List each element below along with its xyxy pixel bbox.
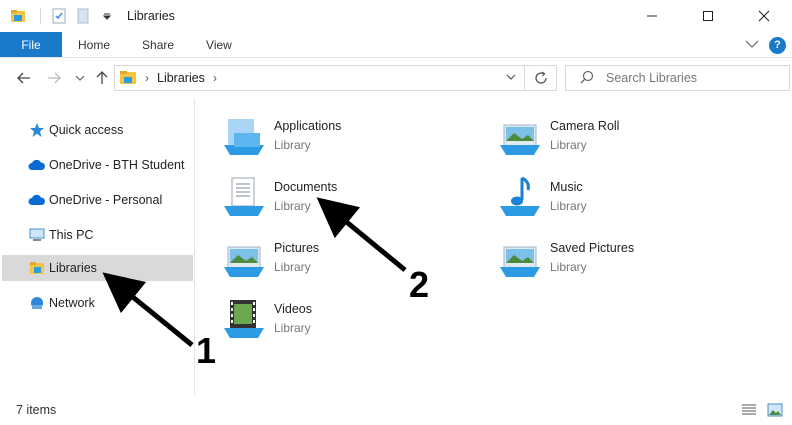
- sidebar-item-label: OneDrive - BTH Student: [49, 158, 185, 172]
- tab-file[interactable]: File: [0, 32, 62, 57]
- navigation-pane: Quick access OneDrive - BTH Student OneD…: [0, 98, 195, 395]
- network-icon: [28, 294, 46, 312]
- library-type: Library: [550, 137, 587, 152]
- library-item-music[interactable]: Music Library: [494, 171, 754, 221]
- videos-library-icon: [218, 295, 270, 341]
- library-item-saved-pictures[interactable]: Saved Pictures Library: [494, 232, 754, 282]
- window-title: Libraries: [127, 9, 175, 23]
- maximize-button[interactable]: [680, 0, 736, 32]
- library-item-pictures[interactable]: Pictures Library: [218, 232, 478, 282]
- quick-access-toolbar: [0, 0, 121, 32]
- library-item-documents[interactable]: Documents Library: [218, 171, 478, 221]
- breadcrumb-separator-icon[interactable]: ›: [145, 71, 149, 85]
- camera-roll-library-icon: [494, 112, 546, 158]
- back-button[interactable]: [10, 64, 38, 92]
- sidebar-item-network[interactable]: Network: [2, 290, 193, 316]
- library-name: Applications: [274, 118, 342, 133]
- applications-library-icon: [218, 112, 270, 158]
- sidebar-item-quick-access[interactable]: Quick access: [2, 117, 193, 143]
- library-type: Library: [550, 198, 587, 213]
- close-button[interactable]: [736, 0, 792, 32]
- sidebar-item-label: This PC: [49, 228, 94, 242]
- sidebar-item-onedrive-personal[interactable]: OneDrive - Personal: [2, 187, 193, 213]
- cloud-icon: [28, 156, 46, 174]
- title-bar: Libraries: [0, 0, 792, 32]
- expand-ribbon-chevron-icon[interactable]: [745, 38, 759, 52]
- breadcrumb-chevron-icon[interactable]: ›: [213, 71, 217, 85]
- help-button[interactable]: ?: [769, 36, 786, 54]
- sidebar-item-label: Network: [49, 296, 95, 310]
- new-folder-icon[interactable]: [73, 6, 93, 26]
- library-name: Videos: [274, 301, 312, 316]
- view-toggle-group: [740, 401, 784, 419]
- star-icon: [28, 121, 46, 139]
- ribbon-tabs: File Home Share View ?: [0, 32, 792, 58]
- address-dropdown-icon[interactable]: [506, 70, 516, 84]
- properties-icon[interactable]: [49, 6, 69, 26]
- item-count: 7 items: [16, 403, 57, 417]
- customize-toolbar-chevron-icon[interactable]: [97, 6, 117, 26]
- libraries-content: Applications Library Camera Roll Library…: [196, 98, 792, 395]
- library-name: Camera Roll: [550, 118, 620, 133]
- library-name: Documents: [274, 179, 338, 194]
- sidebar-item-this-pc[interactable]: This PC: [2, 222, 193, 248]
- large-icons-view-icon[interactable]: [766, 401, 784, 419]
- library-type: Library: [274, 259, 311, 274]
- tab-view[interactable]: View: [190, 32, 248, 57]
- sidebar-item-label: OneDrive - Personal: [49, 193, 163, 207]
- libraries-location-icon: [119, 69, 137, 88]
- window-controls: [624, 0, 792, 32]
- up-button[interactable]: [88, 64, 116, 92]
- forward-button[interactable]: [40, 64, 68, 92]
- library-type: Library: [550, 259, 587, 274]
- libraries-folder-icon: [8, 6, 28, 26]
- library-type: Library: [274, 137, 311, 152]
- library-type: Library: [274, 198, 311, 213]
- library-name: Music: [550, 179, 583, 194]
- library-item-applications[interactable]: Applications Library: [218, 110, 478, 160]
- tab-share[interactable]: Share: [126, 32, 190, 57]
- sidebar-item-label: Libraries: [49, 261, 97, 275]
- music-library-icon: [494, 173, 546, 219]
- sidebar-item-label: Quick access: [49, 123, 124, 137]
- search-input[interactable]: [606, 71, 776, 85]
- minimize-button[interactable]: [624, 0, 680, 32]
- tab-home[interactable]: Home: [62, 32, 126, 57]
- sidebar-item-libraries[interactable]: Libraries: [2, 255, 193, 281]
- search-icon: [580, 70, 594, 87]
- sidebar-item-onedrive-bth[interactable]: OneDrive - BTH Student: [2, 152, 193, 178]
- library-item-camera-roll[interactable]: Camera Roll Library: [494, 110, 754, 160]
- ribbon-right-controls: ?: [745, 32, 786, 58]
- details-view-icon[interactable]: [740, 401, 758, 419]
- library-name: Saved Pictures: [550, 240, 635, 255]
- address-bar[interactable]: › Libraries ›: [114, 65, 525, 91]
- search-box[interactable]: [565, 65, 790, 91]
- cloud-icon: [28, 191, 46, 209]
- annotation-label-2: 2: [409, 264, 430, 305]
- library-item-videos[interactable]: Videos Library: [218, 293, 478, 343]
- refresh-button[interactable]: [525, 65, 557, 91]
- library-name: Pictures: [274, 240, 320, 255]
- address-row: › Libraries ›: [0, 58, 792, 98]
- library-type: Library: [274, 320, 311, 335]
- saved-pictures-library-icon: [494, 234, 546, 280]
- libraries-icon: [28, 259, 46, 277]
- documents-library-icon: [218, 173, 270, 219]
- breadcrumb-libraries[interactable]: Libraries: [157, 71, 205, 85]
- status-bar: 7 items: [0, 395, 792, 425]
- computer-icon: [28, 226, 46, 244]
- annotation-label-1: 1: [196, 330, 217, 371]
- pictures-library-icon: [218, 234, 270, 280]
